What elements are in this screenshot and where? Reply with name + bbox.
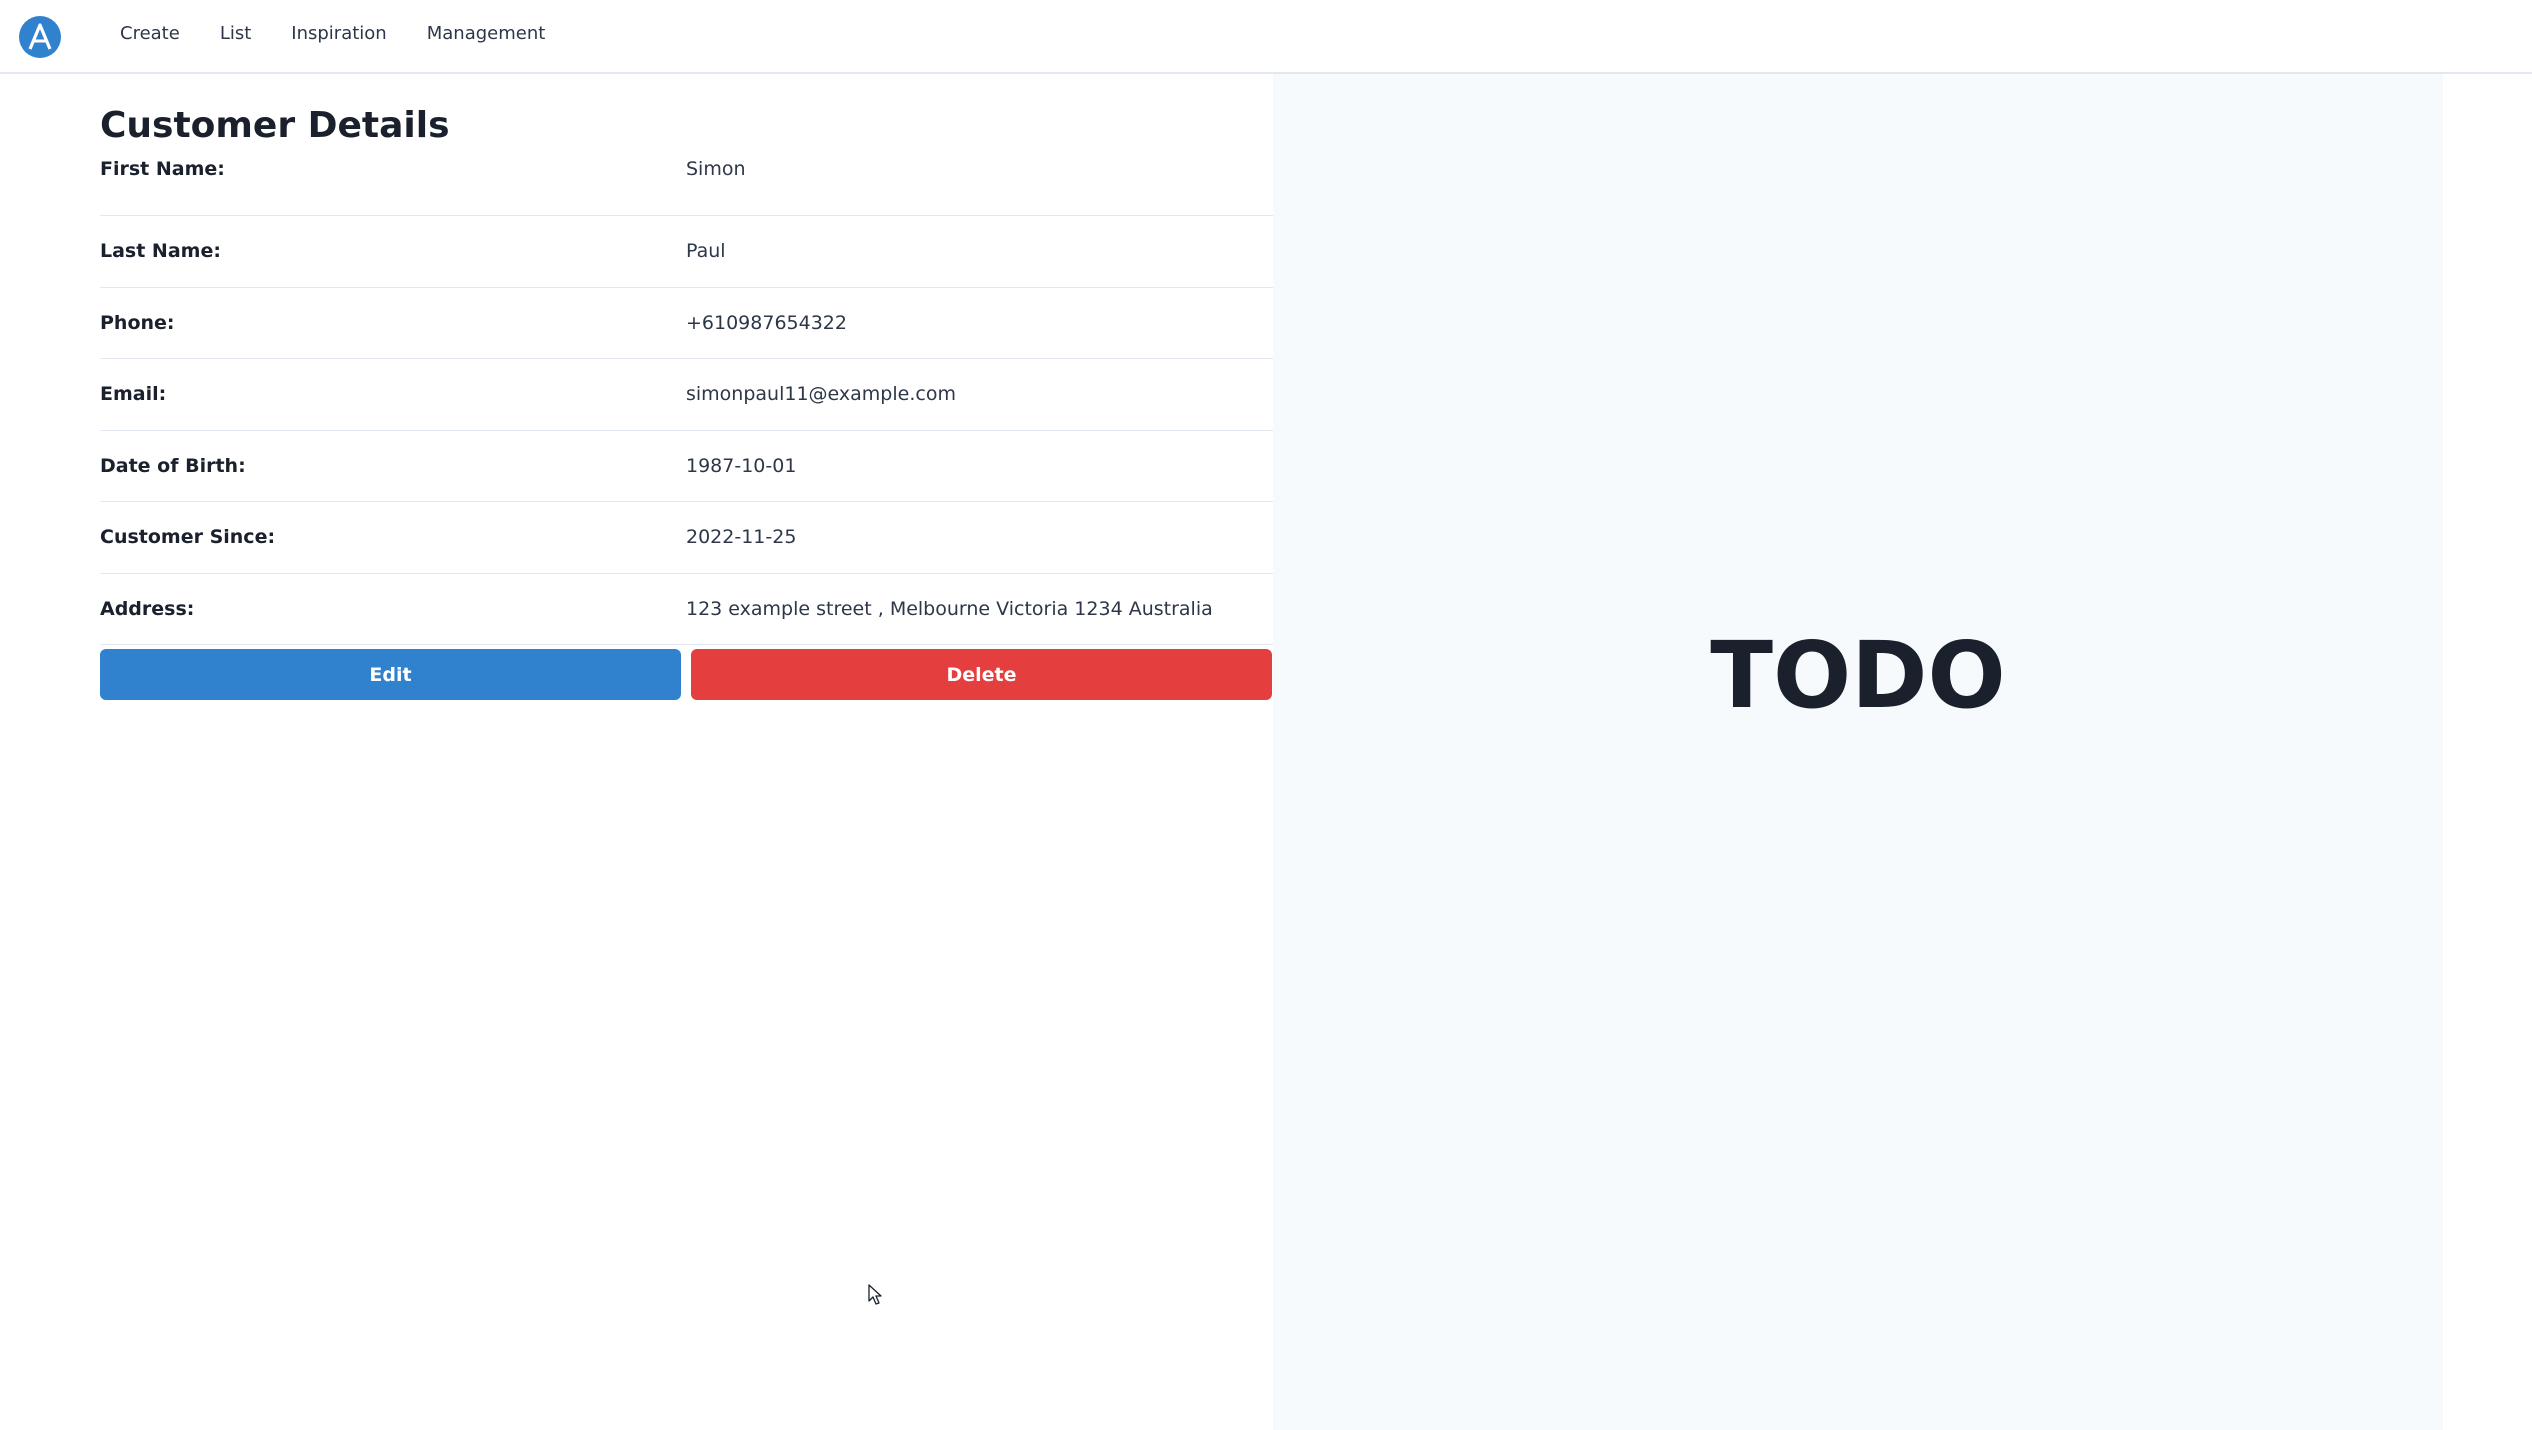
detail-row-customer-since: Customer Since: 2022-11-25 bbox=[100, 502, 1273, 574]
customer-details-section: Customer Details First Name: Simon Last … bbox=[100, 74, 1273, 700]
detail-row-first-name: First Name: Simon bbox=[100, 154, 1273, 216]
nav-management[interactable]: Management bbox=[407, 23, 566, 44]
detail-value: Simon bbox=[686, 158, 746, 180]
detail-label: First Name: bbox=[100, 158, 225, 180]
detail-value: +610987654322 bbox=[686, 311, 847, 334]
edit-button[interactable]: Edit bbox=[100, 649, 681, 700]
a-logo-icon[interactable] bbox=[19, 16, 61, 58]
detail-row-phone: Phone: +610987654322 bbox=[100, 288, 1273, 359]
page-title: Customer Details bbox=[100, 105, 450, 146]
nav-create[interactable]: Create bbox=[100, 23, 200, 44]
detail-label: Address: bbox=[100, 597, 195, 620]
main-nav: Create List Inspiration Management bbox=[100, 0, 565, 66]
detail-value: Paul bbox=[686, 240, 726, 262]
detail-row-date-of-birth: Date of Birth: 1987-10-01 bbox=[100, 431, 1273, 502]
delete-button[interactable]: Delete bbox=[691, 649, 1272, 700]
detail-value: 123 example street , Melbourne Victoria … bbox=[686, 597, 1213, 620]
nav-list[interactable]: List bbox=[200, 23, 271, 44]
detail-row-address: Address: 123 example street , Melbourne … bbox=[100, 574, 1273, 645]
action-buttons: Edit Delete bbox=[100, 649, 1273, 700]
side-panel: TODO bbox=[1273, 74, 2443, 1430]
detail-value: 2022-11-25 bbox=[686, 526, 797, 548]
detail-row-email: Email: simonpaul11@example.com bbox=[100, 359, 1273, 431]
detail-value: simonpaul11@example.com bbox=[686, 383, 956, 405]
detail-label: Customer Since: bbox=[100, 526, 276, 548]
detail-label: Last Name: bbox=[100, 240, 221, 262]
detail-label: Phone: bbox=[100, 311, 175, 334]
nav-inspiration[interactable]: Inspiration bbox=[271, 23, 406, 44]
detail-row-last-name: Last Name: Paul bbox=[100, 216, 1273, 288]
todo-placeholder: TODO bbox=[1710, 622, 2006, 729]
detail-value: 1987-10-01 bbox=[686, 454, 797, 477]
detail-label: Date of Birth: bbox=[100, 454, 246, 477]
mouse-pointer-icon bbox=[868, 1284, 882, 1305]
top-navbar: Create List Inspiration Management bbox=[0, 0, 2532, 74]
details-list: First Name: Simon Last Name: Paul Phone:… bbox=[100, 154, 1273, 645]
detail-label: Email: bbox=[100, 383, 167, 405]
